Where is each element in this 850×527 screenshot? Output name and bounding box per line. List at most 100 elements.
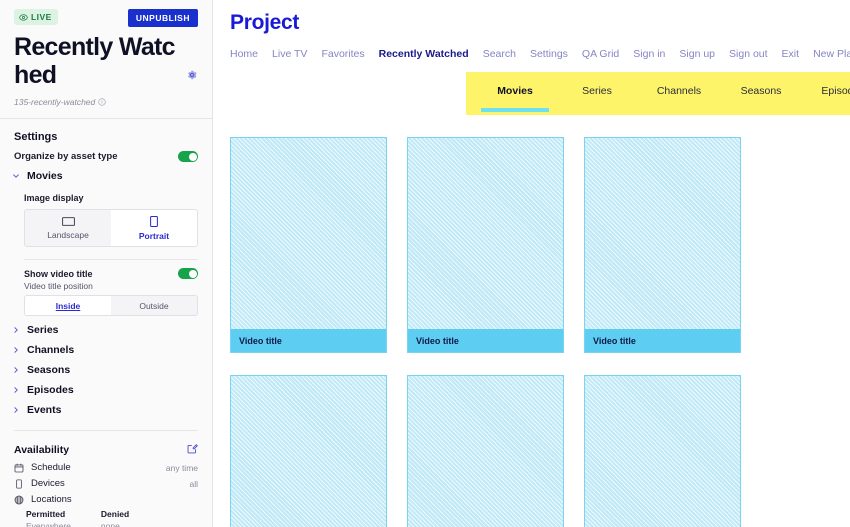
edit-icon	[187, 444, 198, 454]
image-display-option-landscape[interactable]: Landscape	[25, 210, 111, 246]
unpublish-button[interactable]: UNPUBLISH	[127, 9, 198, 27]
availability-row-locations: Locations	[0, 489, 212, 505]
video-card[interactable]	[584, 375, 741, 527]
video-title-position-segmented-control: Inside Outside	[24, 295, 198, 316]
video-card[interactable]: Video title	[230, 375, 387, 527]
availability-devices-label: Devices	[31, 478, 65, 489]
video-poster: Video title	[230, 137, 387, 353]
tab-channels[interactable]: Channels	[645, 72, 713, 115]
sidebar: LIVE UNPUBLISH Recently Watched 135-rece…	[0, 0, 213, 527]
locations-detail: Permitted Everywhere Denied none	[0, 505, 212, 527]
locations-denied-label: Denied	[100, 509, 130, 519]
video-title: Video title	[408, 329, 563, 352]
video-poster: Video title	[407, 137, 564, 353]
nav-link-home[interactable]: Home	[230, 48, 258, 60]
availability-schedule-label: Schedule	[31, 462, 71, 473]
nav-link-favorites[interactable]: Favorites	[321, 48, 364, 60]
landscape-icon	[61, 217, 75, 226]
locations-permitted-label: Permitted	[26, 509, 66, 519]
show-video-title-row: Show video title	[24, 268, 198, 279]
info-icon[interactable]	[98, 98, 106, 106]
availability-section: Availability Schedule any time Devices a…	[0, 442, 212, 527]
nav-link-sign-in[interactable]: Sign in	[633, 48, 665, 60]
tab-movies[interactable]: Movies	[481, 72, 549, 115]
locations-denied: Denied none	[101, 509, 129, 527]
nav-link-search[interactable]: Search	[483, 48, 516, 60]
settings-heading: Settings	[14, 131, 58, 143]
calendar-icon	[14, 463, 24, 472]
eye-icon	[19, 13, 28, 21]
brand-title: Project	[230, 11, 300, 34]
nav-link-settings[interactable]: Settings	[530, 48, 568, 60]
sidebar-group-movies-label: Movies	[27, 170, 63, 182]
slug-row: 135-recently-watched	[14, 97, 198, 107]
locations-permitted-value: Everywhere	[26, 521, 71, 527]
nav-link-qa-grid[interactable]: QA Grid	[582, 48, 619, 60]
gear-icon	[188, 70, 197, 80]
movies-settings: Image display Landscape Portrait Show vi…	[0, 193, 212, 316]
video-card[interactable]: Video title	[584, 137, 741, 353]
primary-nav: Home Live TV Favorites Recently Watched …	[213, 35, 850, 60]
image-display-option-landscape-label: Landscape	[47, 230, 89, 240]
video-grid: Video title Video title Video title Vide…	[230, 137, 850, 527]
device-icon	[16, 478, 22, 489]
video-card[interactable]: Video title	[407, 137, 564, 353]
sidebar-group-movies[interactable]: Movies	[0, 162, 212, 182]
slug-text: 135-recently-watched	[14, 97, 96, 107]
settings-gear-button[interactable]	[186, 69, 198, 84]
tab-series[interactable]: Series	[563, 72, 631, 115]
asset-type-tabbar: Movies Series Channels Seasons Episodes …	[466, 72, 850, 115]
video-card[interactable]	[407, 375, 564, 527]
sidebar-group-seasons-label: Seasons	[27, 364, 71, 376]
availability-devices-value: all	[189, 478, 198, 489]
status-badge: LIVE	[14, 9, 58, 25]
availability-row-schedule: Schedule any time	[0, 457, 212, 473]
sidebar-group-series-label: Series	[27, 324, 59, 336]
tab-seasons[interactable]: Seasons	[727, 72, 795, 115]
divider	[24, 259, 198, 260]
chevron-down-icon	[13, 174, 19, 178]
availability-schedule-value: any time	[165, 462, 198, 473]
organize-toggle[interactable]	[178, 151, 198, 162]
locations-permitted: Permitted Everywhere	[26, 509, 71, 527]
nav-link-sign-out[interactable]: Sign out	[729, 48, 768, 60]
sidebar-group-events[interactable]: Events	[0, 396, 212, 416]
image-display-option-portrait[interactable]: Portrait	[111, 210, 197, 246]
status-badge-label: LIVE	[31, 12, 52, 22]
video-card[interactable]: Video title	[230, 137, 387, 353]
sidebar-group-seasons[interactable]: Seasons	[0, 356, 212, 376]
video-poster: Video title	[584, 137, 741, 353]
globe-icon	[14, 495, 24, 504]
nav-link-sign-up[interactable]: Sign up	[679, 48, 715, 60]
availability-locations-label: Locations	[31, 494, 72, 505]
video-title-position-outside[interactable]: Outside	[111, 296, 197, 315]
divider	[14, 430, 198, 431]
nav-link-exit[interactable]: Exit	[782, 48, 800, 60]
availability-edit-button[interactable]	[187, 442, 198, 457]
chevron-right-icon	[14, 387, 18, 393]
page-title: Recently Watched	[14, 33, 176, 89]
chevron-right-icon	[14, 327, 18, 333]
sidebar-group-channels[interactable]: Channels	[0, 336, 212, 356]
organize-label: Organize by asset type	[14, 151, 118, 162]
nav-link-live-tv[interactable]: Live TV	[272, 48, 307, 60]
locations-denied-value: none	[100, 521, 120, 527]
tab-episodes[interactable]: Episodes	[809, 72, 850, 115]
video-title-position-inside[interactable]: Inside	[25, 296, 111, 315]
availability-header: Availability	[0, 442, 212, 457]
image-display-option-portrait-label: Portrait	[138, 231, 170, 241]
nav-link-new-playlist[interactable]: New Playlist	[813, 48, 850, 60]
sidebar-group-events-label: Events	[27, 404, 62, 416]
chevron-right-icon	[14, 347, 18, 353]
main-content: Project Home Live TV Favorites Recently …	[213, 0, 850, 527]
nav-link-recently-watched[interactable]: Recently Watched	[379, 48, 469, 60]
video-poster	[584, 375, 741, 527]
video-title: Video title	[231, 329, 386, 352]
video-poster: Video title	[230, 375, 387, 527]
sidebar-group-episodes[interactable]: Episodes	[0, 376, 212, 396]
show-video-title-toggle[interactable]	[178, 268, 198, 279]
status-row: LIVE UNPUBLISH	[14, 9, 198, 27]
portrait-icon	[150, 216, 158, 227]
app-root: LIVE UNPUBLISH Recently Watched 135-rece…	[0, 0, 850, 527]
sidebar-group-series[interactable]: Series	[0, 316, 212, 336]
